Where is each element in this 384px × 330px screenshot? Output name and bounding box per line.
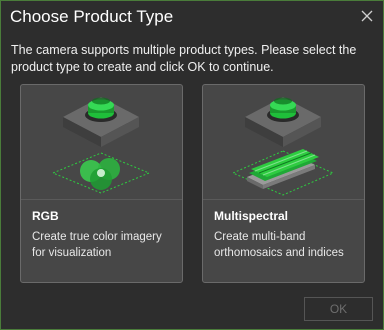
choose-product-type-dialog: Choose Product Type The camera supports …	[0, 0, 384, 330]
multispectral-card-description: Create multi-band orthomosaics and indic…	[214, 231, 344, 259]
rgb-card-description: Create true color imagery for visualizat…	[32, 231, 162, 259]
ok-button[interactable]: OK	[304, 297, 373, 321]
rgb-camera-icon	[21, 85, 182, 200]
multispectral-card-title: Multispectral	[214, 209, 289, 223]
multispectral-camera-icon	[203, 85, 364, 200]
close-icon[interactable]	[357, 6, 377, 26]
rgb-product-card[interactable]: RGB Create true color imagery for visual…	[20, 84, 183, 283]
dialog-title: Choose Product Type	[10, 7, 174, 26]
instructions-text: The camera supports multiple product typ…	[11, 43, 357, 74]
multispectral-product-card[interactable]: Multispectral Create multi-band orthomos…	[202, 84, 365, 283]
rgb-card-title: RGB	[32, 209, 59, 223]
